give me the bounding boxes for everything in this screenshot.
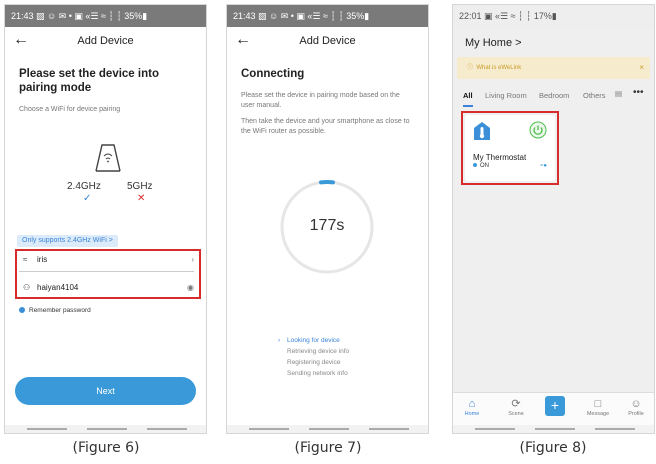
caption-figure-8: (Figure 8) bbox=[519, 440, 587, 456]
tab-label: Scene bbox=[508, 411, 524, 417]
password-value: haiyan4104 bbox=[37, 283, 79, 292]
home-icon: ⌂ bbox=[468, 398, 476, 410]
status-bar: 22:01 ▣ «☰ ≈ ┆ ┆ 17%▮ bbox=[453, 5, 654, 27]
info-icon: ⓘ bbox=[467, 65, 474, 71]
wifi-name: iris bbox=[37, 255, 48, 264]
phone-figure-8: 22:01 ▣ «☰ ≈ ┆ ┆ 17%▮ My Home > ⓘ What i… bbox=[452, 4, 655, 434]
app-bar: ← Add Device bbox=[5, 27, 206, 57]
tab-all[interactable]: All bbox=[463, 91, 473, 100]
remember-label: Remember password bbox=[29, 307, 91, 314]
pairing-subtitle: Choose a WiFi for device pairing bbox=[19, 106, 121, 113]
phone-figure-7: 21:43 ▨ ☺ ✉ • ▣ «☰ ≈ ┆ ┆ 35%▮ ← Add Devi… bbox=[226, 4, 429, 434]
password-field[interactable]: ⚇ haiyan4104 ◉ bbox=[23, 281, 196, 295]
router-icon bbox=[95, 144, 121, 172]
tab-label: Home bbox=[464, 411, 480, 417]
device-card-highlight bbox=[461, 111, 559, 185]
status-bar: 21:43 ▨ ☺ ✉ • ▣ «☰ ≈ ┆ ┆ 35%▮ bbox=[5, 5, 206, 27]
remember-password-toggle[interactable]: Remember password bbox=[19, 307, 91, 314]
freq-5ghz-label: 5GHz bbox=[127, 181, 153, 192]
instruction-text-2: Then take the device and your smartphone… bbox=[241, 118, 410, 135]
countdown-timer: 177s bbox=[309, 217, 345, 234]
eye-icon[interactable]: ◉ bbox=[187, 281, 194, 295]
tab-label: Message bbox=[586, 411, 610, 417]
instruction-text-1: Please set the device in pairing mode ba… bbox=[241, 92, 400, 109]
caption-figure-7: (Figure 7) bbox=[294, 440, 362, 456]
step-list: › Looking for device Retrieving device i… bbox=[278, 335, 350, 379]
tab-living-room[interactable]: Living Room bbox=[485, 91, 527, 100]
list-view-icon[interactable]: ▤ bbox=[615, 89, 622, 98]
home-selector[interactable]: My Home > bbox=[465, 37, 522, 49]
current-step-icon: › bbox=[278, 337, 281, 344]
app-bar: ← Add Device bbox=[227, 27, 428, 57]
divider bbox=[19, 271, 194, 272]
tab-profile[interactable]: ☺ Profile bbox=[621, 397, 651, 417]
tab-scene[interactable]: ⟳ Scene bbox=[501, 397, 531, 417]
bottom-tab-bar: ⌂ Home ⟳ Scene + □ Message ☺ Profile bbox=[453, 392, 654, 425]
banner-text: What is eWeLink bbox=[476, 65, 522, 71]
system-nav-bar bbox=[227, 425, 428, 433]
scene-icon: ⟳ bbox=[511, 398, 521, 410]
wifi-icon: ≈ bbox=[23, 255, 28, 264]
profile-icon: ☺ bbox=[630, 398, 642, 410]
step-item: Sending network info bbox=[287, 370, 348, 377]
pairing-heading: Please set the device into pairing mode bbox=[19, 68, 159, 94]
step-item: Retrieving device info bbox=[287, 348, 350, 355]
chevron-right-icon: › bbox=[191, 255, 194, 264]
close-icon[interactable]: × bbox=[639, 57, 644, 79]
cross-icon: ✕ bbox=[137, 193, 146, 204]
next-button[interactable]: Next bbox=[15, 377, 196, 405]
page-title: Add Device bbox=[77, 35, 134, 47]
tab-bedroom[interactable]: Bedroom bbox=[539, 91, 569, 100]
freq-24ghz-label: 2.4GHz bbox=[67, 181, 101, 192]
step-item: Looking for device bbox=[287, 337, 340, 344]
step-item: Registering device bbox=[287, 359, 341, 366]
wifi-select[interactable]: ≈ iris › bbox=[23, 253, 196, 267]
connecting-heading: Connecting bbox=[241, 68, 305, 80]
progress-ring: 177s bbox=[277, 177, 377, 277]
room-tabs: All Living Room Bedroom Others ▤ ••• bbox=[453, 85, 654, 107]
tab-indicator bbox=[463, 105, 473, 107]
wifi-support-notice[interactable]: Only supports 2.4GHz WiFi > bbox=[17, 235, 118, 247]
more-icon[interactable]: ••• bbox=[633, 87, 644, 98]
caption-figure-6: (Figure 6) bbox=[72, 440, 140, 456]
tab-home[interactable]: ⌂ Home bbox=[457, 397, 487, 417]
tab-others[interactable]: Others bbox=[583, 91, 606, 100]
add-device-button[interactable]: + bbox=[545, 396, 565, 416]
message-icon: □ bbox=[594, 398, 602, 410]
tab-message[interactable]: □ Message bbox=[583, 397, 613, 417]
page-title: Add Device bbox=[299, 35, 356, 47]
system-nav-bar bbox=[5, 425, 206, 433]
system-nav-bar bbox=[453, 425, 654, 433]
lock-icon: ⚇ bbox=[23, 283, 31, 292]
tab-label: Profile bbox=[628, 411, 644, 417]
status-bar: 21:43 ▨ ☺ ✉ • ▣ «☰ ≈ ┆ ┆ 35%▮ bbox=[227, 5, 428, 27]
info-banner[interactable]: ⓘ What is eWeLink × bbox=[457, 57, 650, 79]
radio-icon bbox=[19, 307, 25, 314]
phone-figure-6: 21:43 ▨ ☺ ✉ • ▣ «☰ ≈ ┆ ┆ 35%▮ ← Add Devi… bbox=[4, 4, 207, 434]
check-icon: ✓ bbox=[83, 193, 92, 204]
